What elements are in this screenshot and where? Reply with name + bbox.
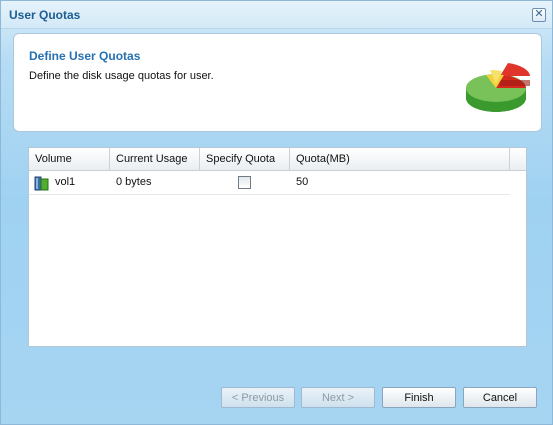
next-button[interactable]: Next > [301, 387, 375, 408]
column-header-spacer [510, 148, 526, 170]
pie-chart-icon [466, 63, 530, 112]
header-panel: Define User Quotas Define the disk usage… [13, 33, 542, 132]
column-header-quota-mb[interactable]: Quota(MB) [290, 148, 510, 170]
volume-name: vol1 [55, 176, 76, 188]
finish-button[interactable]: Finish [382, 387, 456, 408]
user-quotas-window: User Quotas ✕ Define User Quotas Define … [0, 0, 553, 425]
section-title: Define User Quotas [29, 49, 141, 63]
column-header-specify-quota[interactable]: Specify Quota [200, 148, 290, 170]
column-header-current-usage[interactable]: Current Usage [110, 148, 200, 170]
table-header: Volume Current Usage Specify Quota Quota… [29, 148, 526, 171]
column-header-volume[interactable]: Volume [29, 148, 110, 170]
cancel-button[interactable]: Cancel [463, 387, 537, 408]
previous-button[interactable]: < Previous [221, 387, 295, 408]
quota-table: Volume Current Usage Specify Quota Quota… [28, 147, 527, 347]
title-bar[interactable]: User Quotas ✕ [1, 1, 552, 29]
volume-icon [34, 176, 49, 191]
window-title: User Quotas [9, 8, 81, 22]
current-usage: 0 bytes [116, 176, 152, 188]
specify-quota-checkbox[interactable] [238, 176, 251, 189]
section-description: Define the disk usage quotas for user. [29, 70, 214, 82]
table-row[interactable]: vol1 0 bytes 50 [29, 171, 510, 195]
quota-mb-value[interactable]: 50 [296, 171, 308, 194]
close-icon[interactable]: ✕ [532, 8, 546, 22]
